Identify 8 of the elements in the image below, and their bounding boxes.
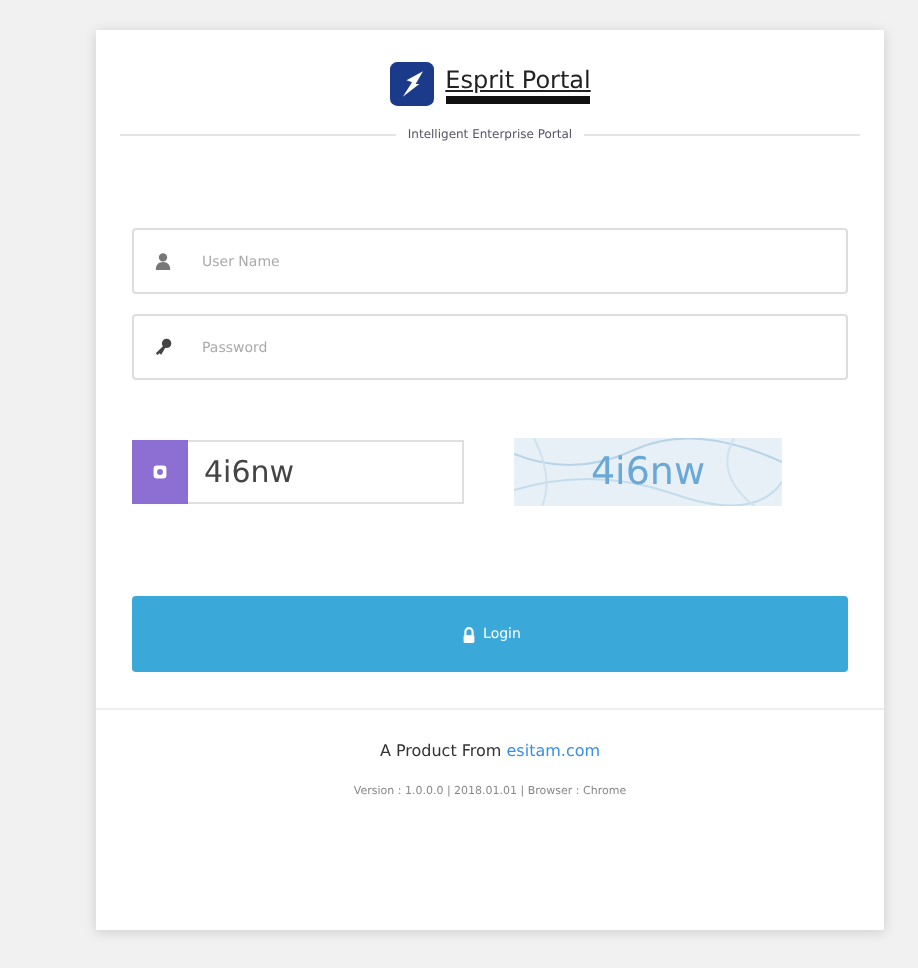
captcha-image: 4i6nw xyxy=(514,438,782,506)
company-link[interactable]: esitam.com xyxy=(506,742,601,760)
lock-icon xyxy=(459,625,478,643)
logo-title: Esprit Portal xyxy=(445,65,591,93)
refresh-button[interactable] xyxy=(132,440,188,504)
captcha-field[interactable]: 4i6nw xyxy=(188,440,464,504)
logo-icon xyxy=(389,62,434,106)
product-note: A Product From esitam.com xyxy=(379,742,601,760)
